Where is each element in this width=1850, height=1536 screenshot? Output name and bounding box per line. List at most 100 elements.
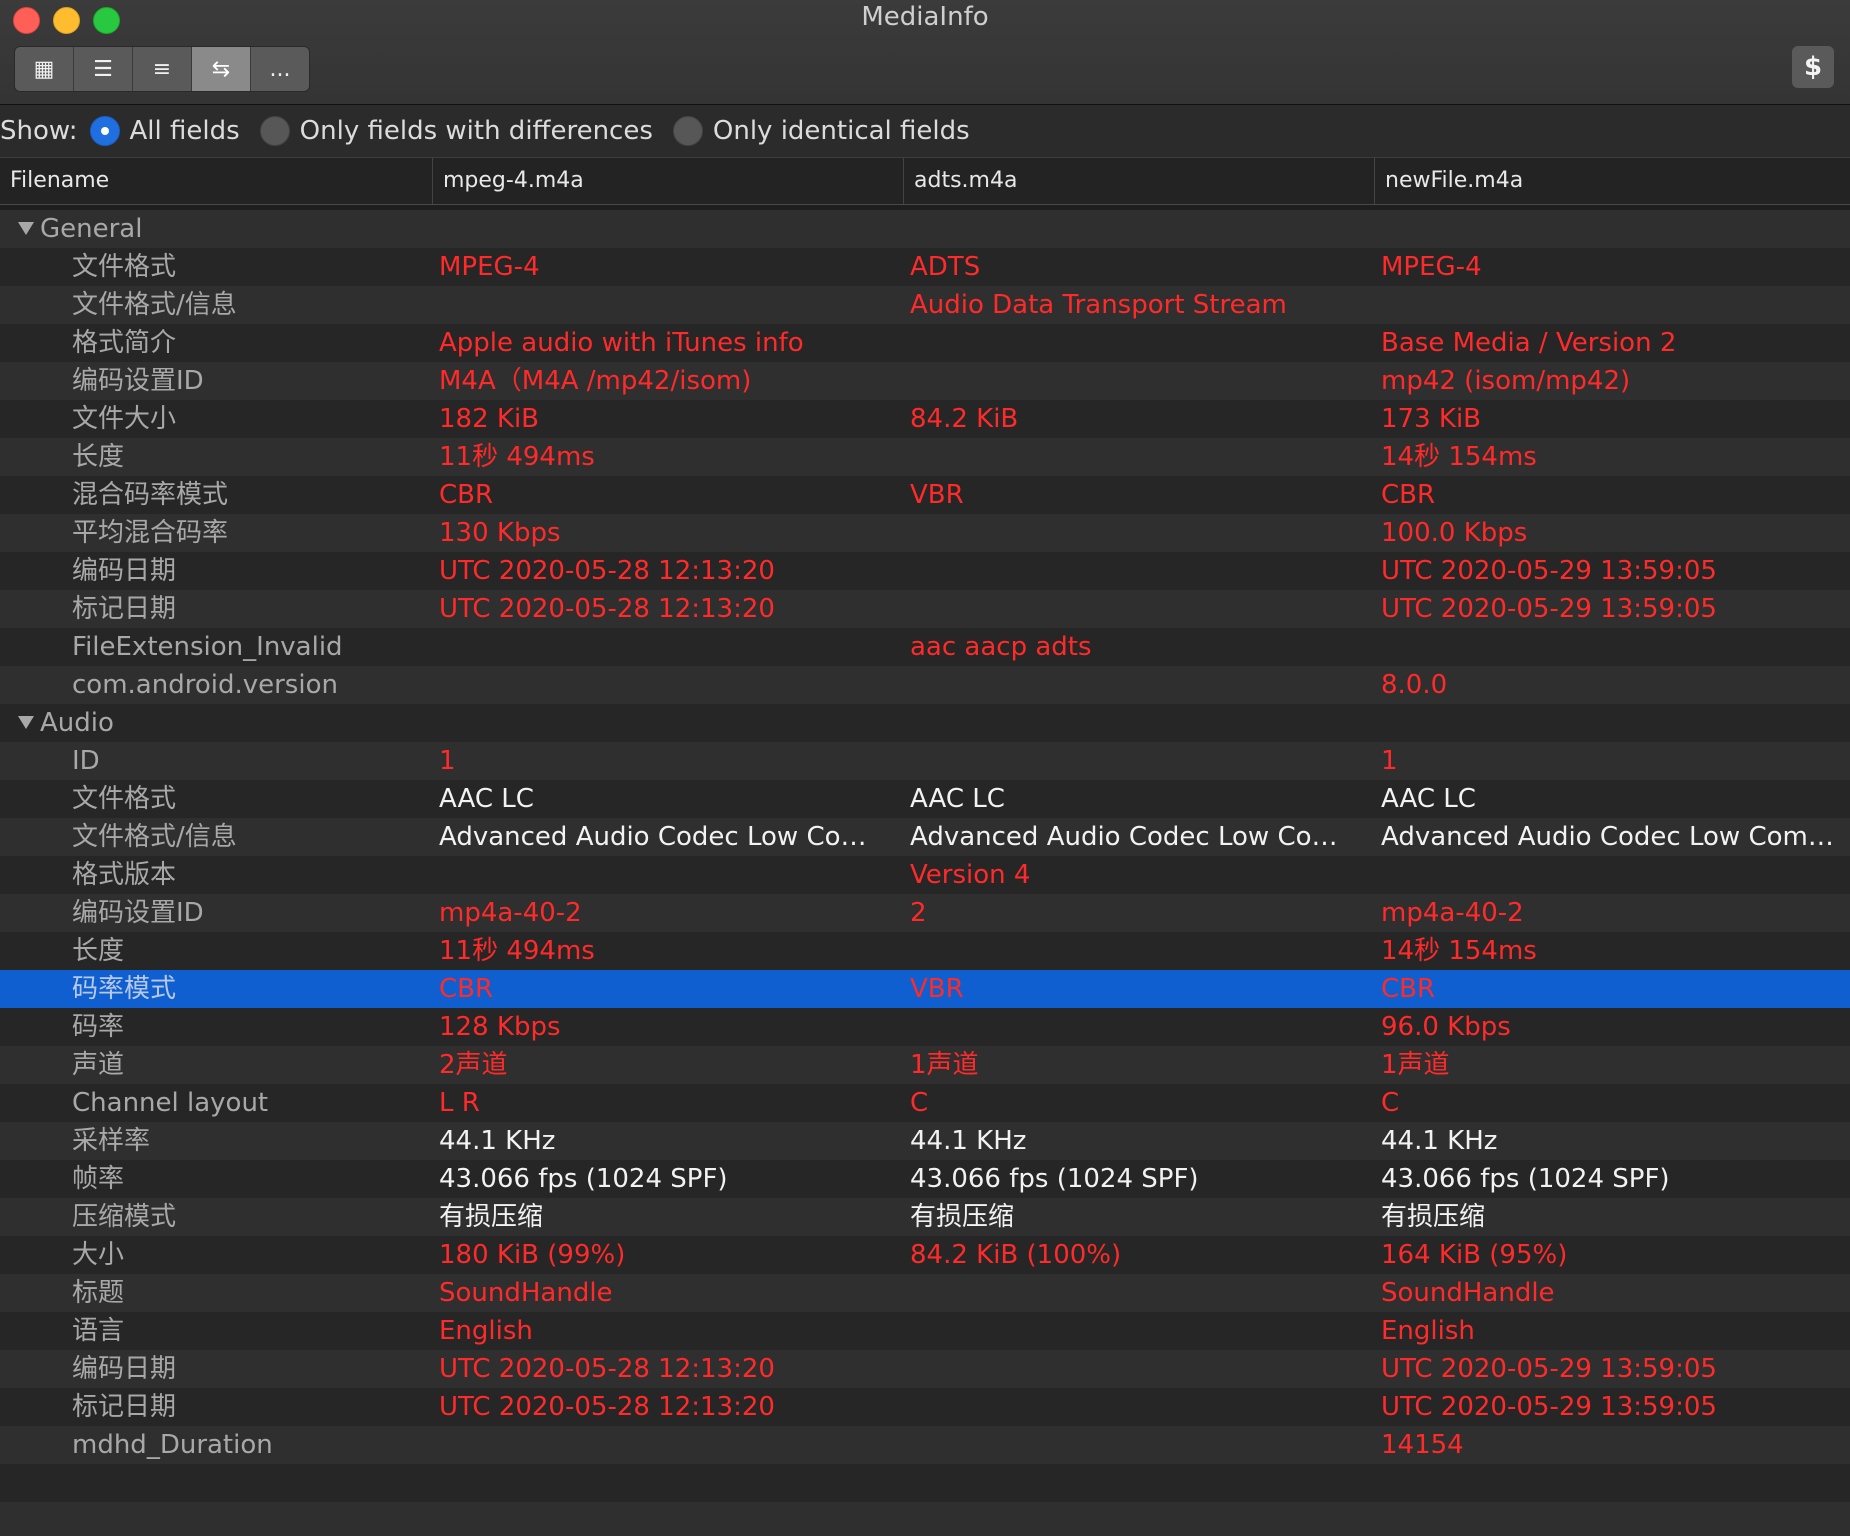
value-cell: AAC LC: [439, 784, 534, 814]
table-row[interactable]: ID 1 1: [0, 742, 1850, 780]
table-row[interactable]: 标记日期 UTC 2020-05-28 12:13:20 UTC 2020-05-2…: [0, 1388, 1850, 1426]
field-name-cell: 声道: [72, 1050, 125, 1080]
field-name-cell: 标记日期: [72, 1392, 177, 1422]
radio-only-identical[interactable]: Only identical fields: [672, 116, 970, 146]
radio-unselected-icon[interactable]: [259, 116, 290, 146]
field-name-cell: 混合码率模式: [72, 480, 229, 510]
value-cell: [910, 324, 1355, 362]
value-cell: [910, 590, 1355, 628]
table-row[interactable]: 格式版本 Version 4: [0, 856, 1850, 894]
radio-selected-icon[interactable]: [89, 116, 120, 146]
table-row[interactable]: 编码设置ID mp4a-40-2 2 mp4a-40-2: [0, 894, 1850, 932]
radio-unselected-icon[interactable]: [672, 116, 703, 146]
disclosure-triangle-icon[interactable]: [18, 716, 34, 729]
table-row[interactable]: 格式简介 Apple audio with iTunes info Base Med…: [0, 324, 1850, 362]
value-cell: 130 Kbps: [439, 518, 561, 548]
table-row[interactable]: 大小 180 KiB (99%) 84.2 KiB (100%) 164 KiB (9…: [0, 1236, 1850, 1274]
value-cell: VBR: [910, 974, 964, 1004]
table-row[interactable]: 长度 11秒 494ms 14秒 154ms: [0, 932, 1850, 970]
table-row[interactable]: 长度 11秒 494ms 14秒 154ms: [0, 438, 1850, 476]
value-cell: SoundHandle: [1381, 1278, 1555, 1308]
view-mode-segmented-control: ▦ ☰ ≡ ⇆ ...: [14, 46, 310, 92]
table-row[interactable]: 帧率 43.066 fps (1024 SPF) 43.066 fps (1024 …: [0, 1160, 1850, 1198]
section-title[interactable]: Audio: [18, 704, 114, 742]
field-name-cell: 码率模式: [72, 974, 177, 1004]
table-row[interactable]: Channel layout L R C C: [0, 1084, 1850, 1122]
donate-dollar-icon[interactable]: $: [1792, 46, 1834, 88]
column-header-file-3[interactable]: newFile.m4a: [1374, 158, 1850, 204]
value-cell: [1381, 856, 1836, 894]
value-cell: Audio Data Transport Stream: [910, 290, 1287, 320]
value-cell: 2声道: [439, 1050, 508, 1080]
table-row[interactable]: 文件格式/信息 Audio Data Transport Stream: [0, 286, 1850, 324]
table-row[interactable]: 文件大小 182 KiB 84.2 KiB 173 KiB: [0, 400, 1850, 438]
section-title[interactable]: General: [18, 210, 142, 248]
value-cell: Apple audio with iTunes info: [439, 328, 804, 358]
table-row[interactable]: 编码日期 UTC 2020-05-28 12:13:20 UTC 2020-05-2…: [0, 1350, 1850, 1388]
value-cell: 96.0 Kbps: [1381, 1012, 1511, 1042]
table-row[interactable]: 混合码率模式 CBR VBR CBR: [0, 476, 1850, 514]
value-cell: mp4a-40-2: [439, 898, 582, 928]
more-options-icon[interactable]: ...: [251, 47, 309, 91]
value-cell: 2: [910, 898, 927, 928]
table-row[interactable]: 文件格式 AAC LC AAC LC AAC LC: [0, 780, 1850, 818]
table-row[interactable]: 码率模式 CBR VBR CBR: [0, 970, 1850, 1008]
value-cell: 1声道: [910, 1050, 979, 1080]
field-name-cell: com.android.version: [72, 670, 338, 700]
value-cell: English: [439, 1316, 533, 1346]
value-cell: [439, 1426, 884, 1464]
value-cell: 44.1 KHz: [439, 1126, 556, 1156]
section-title-label: Audio: [40, 708, 114, 738]
table-row[interactable]: 标记日期 UTC 2020-05-28 12:13:20 UTC 2020-05-2…: [0, 590, 1850, 628]
value-cell: MPEG-4: [439, 252, 540, 282]
value-cell: [439, 628, 884, 666]
value-cell: [910, 666, 1355, 704]
value-cell: 128 Kbps: [439, 1012, 561, 1042]
table-row[interactable]: 压缩模式 有损压缩 有损压缩 有损压缩: [0, 1198, 1850, 1236]
value-cell: CBR: [1381, 974, 1436, 1004]
field-name-cell: 帧率: [72, 1164, 125, 1194]
value-cell: aac aacp adts: [910, 632, 1092, 662]
grid-view-icon[interactable]: ▦: [15, 47, 74, 91]
table-row[interactable]: 平均混合码率 130 Kbps 100.0 Kbps: [0, 514, 1850, 552]
value-cell: 14秒 154ms: [1381, 936, 1537, 966]
list-view-icon[interactable]: ≡: [133, 47, 192, 91]
field-name-cell: 编码设置ID: [72, 366, 204, 396]
table-row[interactable]: 文件格式 MPEG-4 ADTS MPEG-4: [0, 248, 1850, 286]
value-cell: SoundHandle: [439, 1278, 613, 1308]
radio-only-differences[interactable]: Only fields with differences: [259, 116, 653, 146]
field-name-cell: 长度: [72, 936, 125, 966]
table-row[interactable]: 声道 2声道 1声道 1声道: [0, 1046, 1850, 1084]
value-cell: Advanced Audio Codec Low Compl...: [1381, 822, 1836, 852]
field-name-cell: 采样率: [72, 1126, 151, 1156]
column-header-filename[interactable]: Filename: [0, 158, 432, 204]
column-header-file-1[interactable]: mpeg-4.m4a: [432, 158, 903, 204]
compare-view-icon[interactable]: ⇆: [192, 47, 251, 91]
table-row[interactable]: 语言 English English: [0, 1312, 1850, 1350]
table-row[interactable]: 编码设置ID M4A（M4A /mp42/isom) mp42 (isom/mp42…: [0, 362, 1850, 400]
table-row[interactable]: 编码日期 UTC 2020-05-28 12:13:20 UTC 2020-05-2…: [0, 552, 1850, 590]
disclosure-triangle-icon[interactable]: [18, 222, 34, 235]
field-name-cell: 格式简介: [72, 328, 177, 358]
value-cell: UTC 2020-05-28 12:13:20: [439, 556, 775, 586]
value-cell: Advanced Audio Codec Low Compl...: [910, 822, 1355, 852]
field-name-cell: 语言: [72, 1316, 125, 1346]
table-row[interactable]: mdhd_Duration 14154: [0, 1426, 1850, 1464]
radio-all-fields[interactable]: All fields: [89, 116, 240, 146]
table-row[interactable]: 标题 SoundHandle SoundHandle: [0, 1274, 1850, 1312]
value-cell: [910, 362, 1355, 400]
value-cell: [910, 932, 1355, 970]
table-row[interactable]: FileExtension_Invalid aac aacp adts: [0, 628, 1850, 666]
table-row[interactable]: 文件格式/信息 Advanced Audio Codec Low Compl...…: [0, 818, 1850, 856]
section-header-row[interactable]: General: [0, 210, 1850, 248]
value-cell: [910, 1274, 1355, 1312]
field-name-cell: 文件大小: [72, 404, 177, 434]
outline-view-icon[interactable]: ☰: [74, 47, 133, 91]
column-header-file-2[interactable]: adts.m4a: [903, 158, 1374, 204]
section-header-row[interactable]: Audio: [0, 704, 1850, 742]
value-cell: [910, 742, 1355, 780]
table-row[interactable]: com.android.version 8.0.0: [0, 666, 1850, 704]
table-row[interactable]: 码率 128 Kbps 96.0 Kbps: [0, 1008, 1850, 1046]
section-title-label: General: [40, 214, 143, 244]
table-row[interactable]: 采样率 44.1 KHz 44.1 KHz 44.1 KHz: [0, 1122, 1850, 1160]
